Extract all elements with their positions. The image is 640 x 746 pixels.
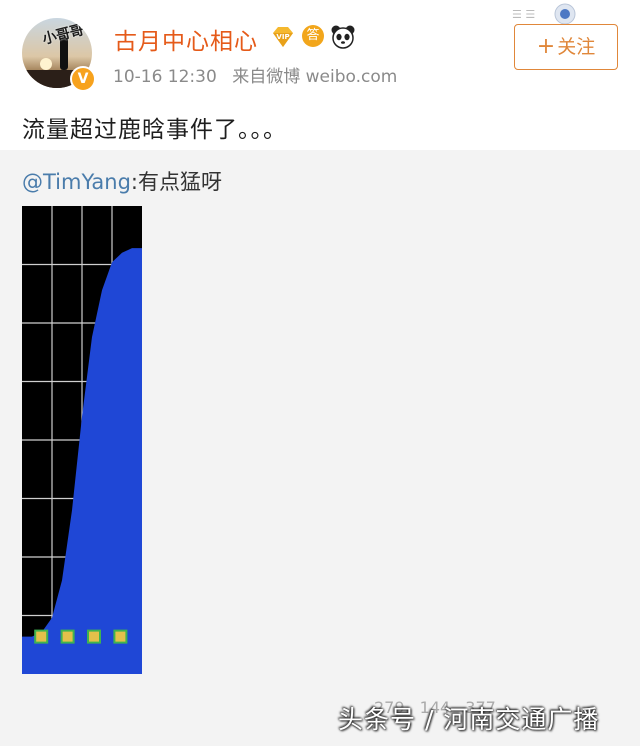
baseline-marker — [34, 629, 49, 644]
follow-label: 关注 — [557, 36, 596, 58]
post-source[interactable]: 来自微博 weibo.com — [232, 67, 397, 87]
repost-text: @TimYang:有点猛呀 — [22, 166, 222, 196]
repost-card[interactable]: @TimYang:有点猛呀 — [0, 150, 640, 746]
post-header: 小哥哥 V 古月中心相心 VIP 答 10-16 12:30 来自微博 weib… — [0, 0, 640, 100]
traffic-chart[interactable] — [22, 206, 142, 674]
post-meta: 10-16 12:30 来自微博 weibo.com — [113, 62, 407, 87]
svg-text:VIP: VIP — [276, 33, 289, 41]
baseline-marker — [113, 629, 128, 644]
verified-badge: V — [70, 66, 96, 92]
vip-diamond-icon[interactable]: VIP — [270, 24, 296, 50]
svg-text:☰ ☰: ☰ ☰ — [512, 8, 535, 21]
plus-icon: + — [536, 34, 556, 59]
baseline-marker — [87, 629, 101, 644]
username[interactable]: 古月中心相心 — [114, 22, 258, 56]
decoration-icon: ☰ ☰ — [512, 3, 576, 25]
post-time: 10-16 12:30 — [113, 67, 217, 87]
post-text: 流量超过鹿晗事件了。。。 — [22, 117, 287, 143]
mention-link[interactable]: @TimYang — [22, 170, 131, 194]
panda-icon[interactable] — [330, 24, 356, 50]
watermark: 头条号 / 河南交通广播 — [338, 705, 600, 734]
repost-message: :有点猛呀 — [130, 170, 222, 194]
baseline-marker — [60, 629, 75, 644]
follow-button[interactable]: + 关注 — [514, 24, 618, 70]
answer-badge-icon[interactable]: 答 — [302, 25, 324, 47]
sun-shape — [40, 58, 52, 70]
